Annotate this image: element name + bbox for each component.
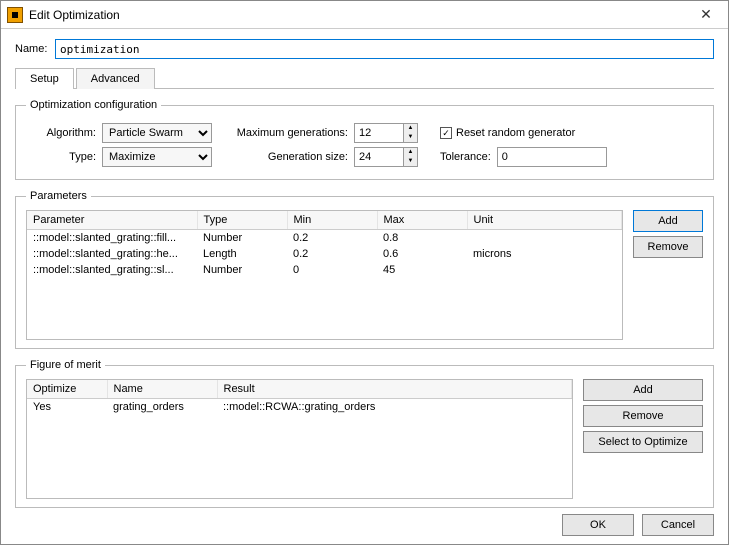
maxgen-spinner[interactable]: ▲▼ [354,123,418,143]
col-result[interactable]: Result [217,380,572,399]
params-remove-button[interactable]: Remove [633,236,703,258]
maxgen-label: Maximum generations: [218,127,348,139]
reset-checkbox[interactable]: ✓ Reset random generator [440,127,575,139]
col-type[interactable]: Type [197,211,287,230]
name-input[interactable] [55,39,714,59]
parameters-table[interactable]: Parameter Type Min Max Unit ::model::sla… [26,210,623,340]
type-select[interactable]: Maximize [102,147,212,167]
col-parameter[interactable]: Parameter [27,211,197,230]
tab-setup[interactable]: Setup [15,68,74,89]
tabs: Setup Advanced [15,67,714,89]
chevron-up-icon[interactable]: ▲ [404,148,417,157]
table-row[interactable]: ::model::slanted_grating::sl...Number045 [27,262,622,278]
parameters-legend: Parameters [26,190,91,202]
content-area: Name: Setup Advanced Optimization config… [1,29,728,508]
col-min[interactable]: Min [287,211,377,230]
algorithm-label: Algorithm: [26,127,96,139]
dialog-window: Edit Optimization ✕ Name: Setup Advanced… [0,0,729,545]
chevron-up-icon[interactable]: ▲ [404,124,417,133]
col-unit[interactable]: Unit [467,211,622,230]
tolerance-label: Tolerance: [440,151,491,163]
parameters-group: Parameters Parameter Type Min Max Unit :… [15,190,714,349]
fom-legend: Figure of merit [26,359,105,371]
gensize-label: Generation size: [218,151,348,163]
fom-group: Figure of merit Optimize Name Result Yes… [15,359,714,508]
close-icon[interactable]: ✕ [690,6,722,23]
titlebar: Edit Optimization ✕ [1,1,728,29]
chevron-down-icon[interactable]: ▼ [404,133,417,142]
fom-add-button[interactable]: Add [583,379,703,401]
config-group: Optimization configuration Algorithm: Pa… [15,99,714,180]
config-legend: Optimization configuration [26,99,161,111]
params-add-button[interactable]: Add [633,210,703,232]
maxgen-input[interactable] [355,124,403,142]
name-label: Name: [15,43,55,55]
table-row[interactable]: ::model::slanted_grating::he...Length0.2… [27,246,622,262]
window-title: Edit Optimization [29,8,690,22]
gensize-input[interactable] [355,148,403,166]
check-icon: ✓ [440,127,452,139]
cancel-button[interactable]: Cancel [642,514,714,536]
col-optimize[interactable]: Optimize [27,380,107,399]
chevron-down-icon[interactable]: ▼ [404,157,417,166]
reset-label: Reset random generator [456,127,575,139]
table-row[interactable]: ::model::slanted_grating::fill...Number0… [27,230,622,247]
type-label: Type: [26,151,96,163]
col-name[interactable]: Name [107,380,217,399]
col-max[interactable]: Max [377,211,467,230]
footer: OK Cancel [562,514,714,536]
fom-table[interactable]: Optimize Name Result Yesgrating_orders::… [26,379,573,499]
app-icon [7,7,23,23]
fom-remove-button[interactable]: Remove [583,405,703,427]
name-row: Name: [15,39,714,59]
tab-advanced[interactable]: Advanced [76,68,155,89]
gensize-spinner[interactable]: ▲▼ [354,147,418,167]
fom-select-button[interactable]: Select to Optimize [583,431,703,453]
algorithm-select[interactable]: Particle Swarm [102,123,212,143]
table-row[interactable]: Yesgrating_orders::model::RCWA::grating_… [27,399,572,416]
ok-button[interactable]: OK [562,514,634,536]
tolerance-input[interactable] [497,147,607,167]
